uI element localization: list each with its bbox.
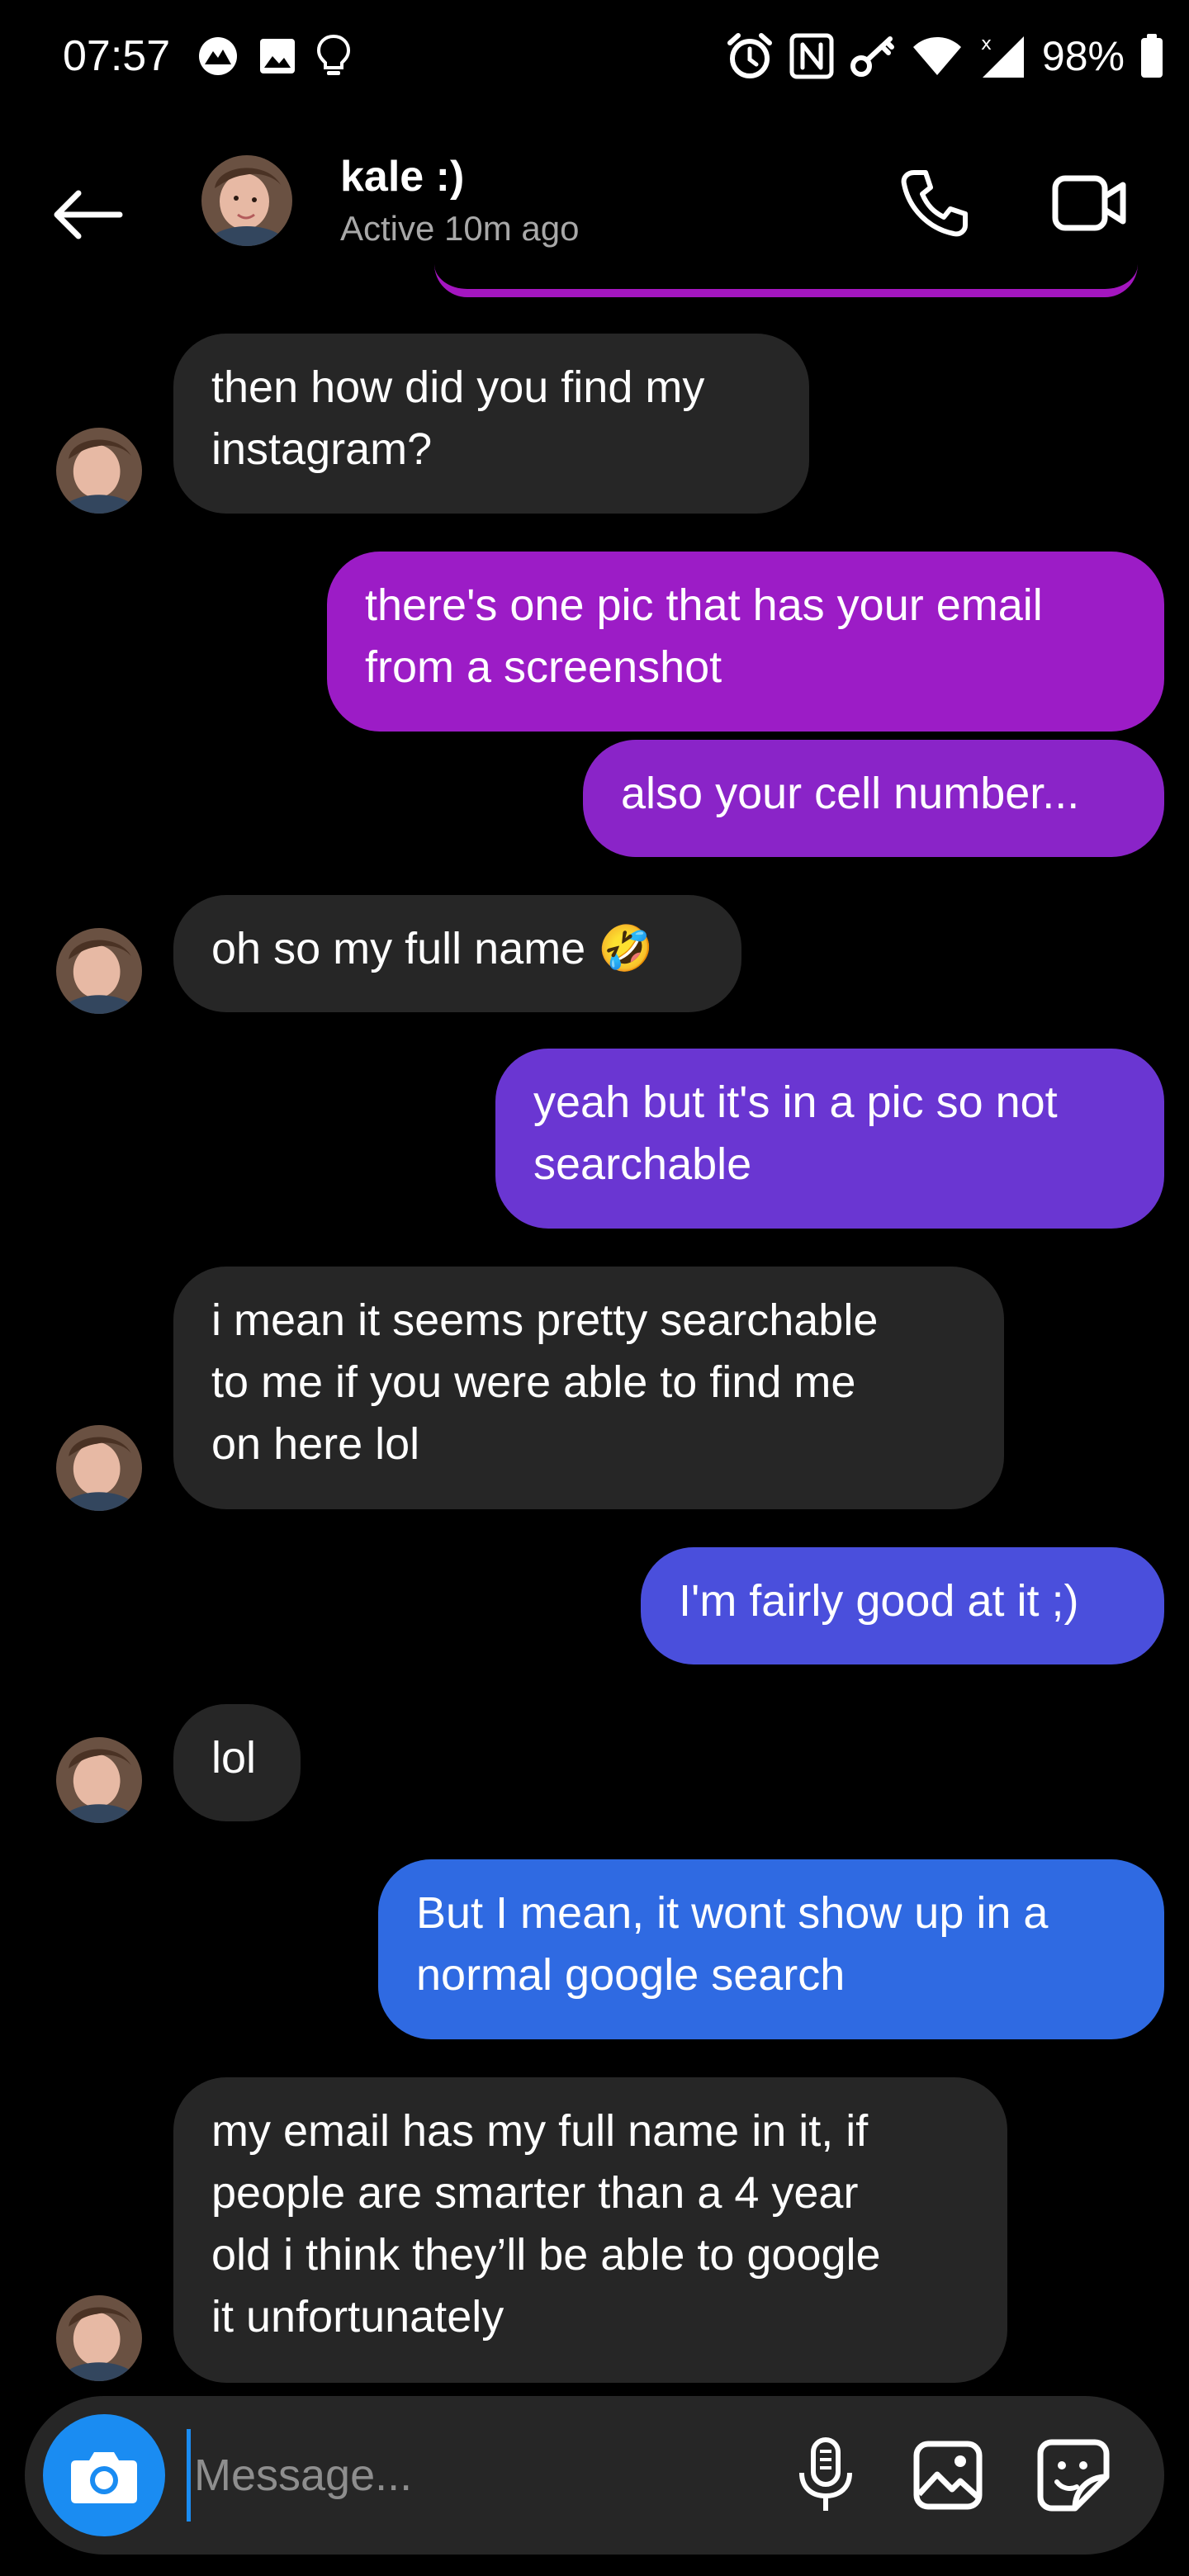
alarm-icon xyxy=(725,31,775,81)
message-bubble-outgoing[interactable]: But I mean, it wont show up in a normal … xyxy=(378,1859,1164,2039)
battery-icon xyxy=(1139,34,1164,78)
contact-name[interactable]: kale :) xyxy=(340,150,464,203)
status-left-icons xyxy=(197,33,352,79)
sticker-button[interactable] xyxy=(1030,2432,1116,2518)
vpn-icon xyxy=(197,35,239,78)
contact-avatar[interactable] xyxy=(201,155,292,246)
message-bubble-outgoing[interactable]: yeah but it's in a pic so not searchable xyxy=(495,1049,1164,1229)
gallery-icon xyxy=(258,36,297,76)
image-icon xyxy=(913,2441,983,2510)
video-icon xyxy=(1052,175,1126,231)
key-icon xyxy=(849,33,897,79)
previous-message-bubble-edge xyxy=(434,264,1138,297)
camera-button[interactable] xyxy=(43,2414,165,2536)
message-avatar[interactable] xyxy=(56,928,142,1014)
lightbulb-icon xyxy=(315,33,352,79)
back-button[interactable] xyxy=(45,172,130,258)
message-avatar[interactable] xyxy=(56,2295,142,2381)
message-bubble-outgoing[interactable]: I'm fairly good at it ;) xyxy=(641,1547,1164,1664)
message-bubble-incoming[interactable]: i mean it seems pretty searchable to me … xyxy=(173,1267,1004,1509)
contact-active-status: Active 10m ago xyxy=(340,209,580,248)
message-bubble-outgoing[interactable]: there's one pic that has your email from… xyxy=(327,552,1164,732)
battery-percentage: 98% xyxy=(1041,33,1125,79)
status-right-icons: x 98% xyxy=(725,30,1164,83)
svg-text:x: x xyxy=(981,34,992,54)
message-bubble-incoming[interactable]: then how did you find my instagram? xyxy=(173,334,809,514)
message-avatar[interactable] xyxy=(56,1737,142,1823)
sticker-icon xyxy=(1037,2439,1110,2512)
message-composer xyxy=(25,2396,1164,2555)
message-input[interactable] xyxy=(187,2429,790,2522)
message-avatar[interactable] xyxy=(56,428,142,514)
message-bubble-incoming[interactable]: my email has my full name in it, if peop… xyxy=(173,2077,1007,2383)
phone-icon xyxy=(901,170,968,237)
nfc-icon xyxy=(789,33,834,79)
gallery-button[interactable] xyxy=(905,2432,991,2518)
microphone-icon xyxy=(799,2437,852,2511)
message-bubble-incoming[interactable]: oh so my full name 🤣 xyxy=(173,895,741,1012)
status-bar: 07:57 x 98% xyxy=(0,0,1189,112)
video-call-button[interactable] xyxy=(1047,160,1133,246)
signal-icon: x xyxy=(978,31,1027,81)
camera-icon xyxy=(71,2452,137,2503)
voice-message-button[interactable] xyxy=(783,2432,869,2518)
status-time: 07:57 xyxy=(63,32,171,80)
back-arrow-icon xyxy=(54,190,123,239)
wifi-icon xyxy=(912,34,963,78)
message-avatar[interactable] xyxy=(56,1425,142,1511)
message-bubble-outgoing[interactable]: also your cell number... xyxy=(583,740,1164,857)
voice-call-button[interactable] xyxy=(892,160,978,246)
message-bubble-incoming[interactable]: lol xyxy=(173,1704,301,1821)
